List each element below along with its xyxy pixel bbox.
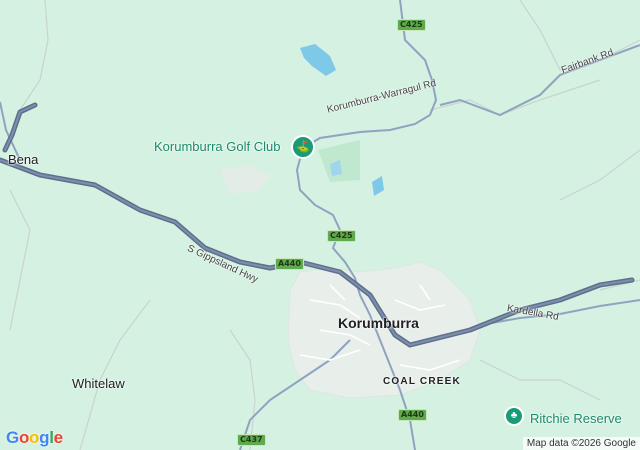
logo-letter: G bbox=[6, 428, 19, 447]
tree-icon[interactable]: ♣ bbox=[504, 406, 524, 426]
urban-area-west bbox=[220, 165, 270, 195]
route-shield-c425: C425 bbox=[397, 19, 426, 31]
place-label-coal-creek: COAL CREEK bbox=[383, 376, 461, 387]
logo-letter: o bbox=[29, 428, 40, 447]
route-shield-a440: A440 bbox=[398, 409, 427, 421]
logo-letter: e bbox=[53, 428, 63, 447]
golf-icon[interactable]: ⛳ bbox=[291, 135, 315, 159]
map-attribution[interactable]: Map data ©2026 Google bbox=[522, 437, 640, 450]
google-logo[interactable]: Google bbox=[6, 428, 63, 448]
route-shield-c425: C425 bbox=[327, 230, 356, 242]
water-body bbox=[372, 176, 384, 196]
place-label-bena: Bena bbox=[8, 152, 39, 167]
place-label-korumburra: Korumburra bbox=[338, 315, 419, 331]
place-label-whitelaw: Whitelaw bbox=[72, 376, 125, 391]
logo-letter: g bbox=[39, 428, 50, 447]
route-shield-c437: C437 bbox=[237, 434, 266, 446]
logo-letter: o bbox=[18, 428, 30, 447]
route-shield-a440: A440 bbox=[275, 258, 304, 270]
map-canvas[interactable]: Bena Whitelaw Korumburra COAL CREEK ⛳ Ko… bbox=[0, 0, 640, 450]
poi-label-ritchie-reserve[interactable]: Ritchie Reserve bbox=[530, 411, 622, 426]
poi-label-golf-club[interactable]: Korumburra Golf Club bbox=[154, 139, 280, 154]
water-body bbox=[300, 44, 336, 76]
